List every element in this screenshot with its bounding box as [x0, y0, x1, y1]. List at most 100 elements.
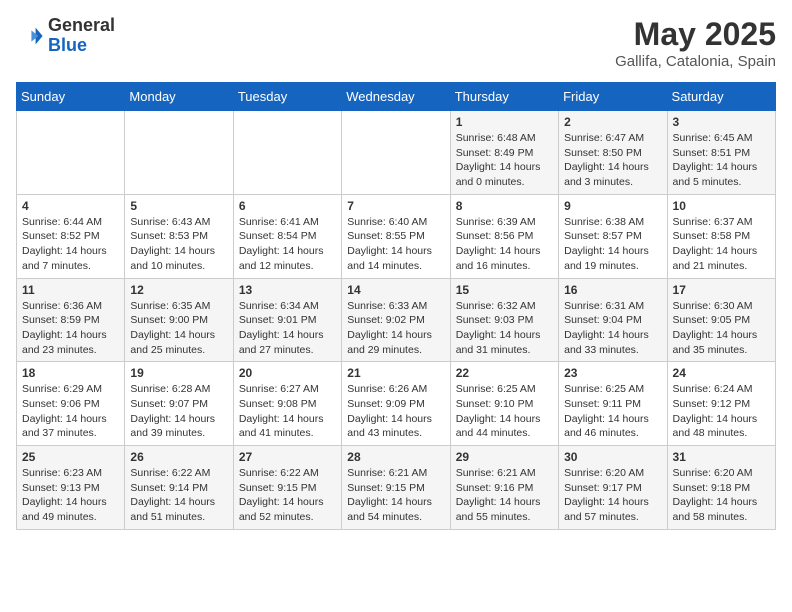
- day-number: 19: [130, 366, 227, 380]
- day-cell: [342, 111, 450, 195]
- day-number: 30: [564, 450, 661, 464]
- day-cell: 16 Sunrise: 6:31 AMSunset: 9:04 PMDayligh…: [559, 278, 667, 362]
- day-cell: 29 Sunrise: 6:21 AMSunset: 9:16 PMDayligh…: [450, 446, 558, 530]
- day-cell: 15 Sunrise: 6:32 AMSunset: 9:03 PMDayligh…: [450, 278, 558, 362]
- calendar-body: 1 Sunrise: 6:48 AMSunset: 8:49 PMDaylight…: [17, 111, 776, 530]
- day-info: Sunrise: 6:41 AMSunset: 8:54 PMDaylight:…: [239, 215, 336, 274]
- day-cell: 23 Sunrise: 6:25 AMSunset: 9:11 PMDayligh…: [559, 362, 667, 446]
- day-info: Sunrise: 6:39 AMSunset: 8:56 PMDaylight:…: [456, 215, 553, 274]
- day-info: Sunrise: 6:25 AMSunset: 9:10 PMDaylight:…: [456, 382, 553, 441]
- day-info: Sunrise: 6:44 AMSunset: 8:52 PMDaylight:…: [22, 215, 119, 274]
- logo-icon: [16, 22, 44, 50]
- weekday-monday: Monday: [125, 83, 233, 111]
- day-info: Sunrise: 6:25 AMSunset: 9:11 PMDaylight:…: [564, 382, 661, 441]
- week-row-5: 25Sunrise: 6:23 AMSunset: 9:13 PMDayligh…: [17, 446, 776, 530]
- day-cell: 17 Sunrise: 6:30 AMSunset: 9:05 PMDayligh…: [667, 278, 775, 362]
- day-number: 11: [22, 283, 119, 297]
- day-number: 12: [130, 283, 227, 297]
- day-cell: 20 Sunrise: 6:27 AMSunset: 9:08 PMDayligh…: [233, 362, 341, 446]
- page-header: General Blue May 2025 Gallifa, Catalonia…: [16, 16, 776, 70]
- day-cell: 30 Sunrise: 6:20 AMSunset: 9:17 PMDayligh…: [559, 446, 667, 530]
- day-info: Sunrise: 6:22 AMSunset: 9:14 PMDaylight:…: [130, 466, 227, 525]
- weekday-header-row: SundayMondayTuesdayWednesdayThursdayFrid…: [17, 83, 776, 111]
- day-number: 14: [347, 283, 444, 297]
- weekday-tuesday: Tuesday: [233, 83, 341, 111]
- day-number: 25: [22, 450, 119, 464]
- day-cell: 18 Sunrise: 6:29 AMSunset: 9:06 PMDayligh…: [17, 362, 125, 446]
- day-info: Sunrise: 6:22 AMSunset: 9:15 PMDaylight:…: [239, 466, 336, 525]
- logo: General Blue: [16, 16, 115, 56]
- day-cell: 13Sunrise: 6:34 AMSunset: 9:01 PMDayligh…: [233, 278, 341, 362]
- day-cell: 3 Sunrise: 6:45 AMSunset: 8:51 PMDaylight…: [667, 111, 775, 195]
- day-cell: 9Sunrise: 6:38 AMSunset: 8:57 PMDaylight…: [559, 194, 667, 278]
- day-cell: 28Sunrise: 6:21 AMSunset: 9:15 PMDayligh…: [342, 446, 450, 530]
- day-info: Sunrise: 6:34 AMSunset: 9:01 PMDaylight:…: [239, 299, 336, 358]
- day-cell: 27 Sunrise: 6:22 AMSunset: 9:15 PMDayligh…: [233, 446, 341, 530]
- weekday-wednesday: Wednesday: [342, 83, 450, 111]
- day-info: Sunrise: 6:33 AMSunset: 9:02 PMDaylight:…: [347, 299, 444, 358]
- day-info: Sunrise: 6:21 AMSunset: 9:15 PMDaylight:…: [347, 466, 444, 525]
- weekday-friday: Friday: [559, 83, 667, 111]
- location-title: Gallifa, Catalonia, Spain: [615, 53, 776, 70]
- day-number: 3: [673, 115, 770, 129]
- day-number: 31: [673, 450, 770, 464]
- day-cell: 19 Sunrise: 6:28 AMSunset: 9:07 PMDayligh…: [125, 362, 233, 446]
- day-cell: 10 Sunrise: 6:37 AMSunset: 8:58 PMDayligh…: [667, 194, 775, 278]
- day-number: 20: [239, 366, 336, 380]
- day-cell: [17, 111, 125, 195]
- day-info: Sunrise: 6:32 AMSunset: 9:03 PMDaylight:…: [456, 299, 553, 358]
- week-row-1: 1 Sunrise: 6:48 AMSunset: 8:49 PMDaylight…: [17, 111, 776, 195]
- day-info: Sunrise: 6:31 AMSunset: 9:04 PMDaylight:…: [564, 299, 661, 358]
- day-info: Sunrise: 6:47 AMSunset: 8:50 PMDaylight:…: [564, 131, 661, 190]
- day-info: Sunrise: 6:36 AMSunset: 8:59 PMDaylight:…: [22, 299, 119, 358]
- day-info: Sunrise: 6:20 AMSunset: 9:17 PMDaylight:…: [564, 466, 661, 525]
- day-number: 6: [239, 199, 336, 213]
- day-info: Sunrise: 6:40 AMSunset: 8:55 PMDaylight:…: [347, 215, 444, 274]
- day-number: 4: [22, 199, 119, 213]
- day-cell: 8Sunrise: 6:39 AMSunset: 8:56 PMDaylight…: [450, 194, 558, 278]
- day-info: Sunrise: 6:43 AMSunset: 8:53 PMDaylight:…: [130, 215, 227, 274]
- day-info: Sunrise: 6:48 AMSunset: 8:49 PMDaylight:…: [456, 131, 553, 190]
- day-number: 26: [130, 450, 227, 464]
- day-number: 23: [564, 366, 661, 380]
- day-number: 22: [456, 366, 553, 380]
- day-cell: 24Sunrise: 6:24 AMSunset: 9:12 PMDayligh…: [667, 362, 775, 446]
- day-cell: 25Sunrise: 6:23 AMSunset: 9:13 PMDayligh…: [17, 446, 125, 530]
- day-number: 21: [347, 366, 444, 380]
- day-cell: 4 Sunrise: 6:44 AMSunset: 8:52 PMDaylight…: [17, 194, 125, 278]
- day-number: 27: [239, 450, 336, 464]
- day-cell: 2Sunrise: 6:47 AMSunset: 8:50 PMDaylight…: [559, 111, 667, 195]
- day-cell: 1 Sunrise: 6:48 AMSunset: 8:49 PMDaylight…: [450, 111, 558, 195]
- day-number: 15: [456, 283, 553, 297]
- day-number: 29: [456, 450, 553, 464]
- weekday-saturday: Saturday: [667, 83, 775, 111]
- day-number: 1: [456, 115, 553, 129]
- day-cell: 6 Sunrise: 6:41 AMSunset: 8:54 PMDaylight…: [233, 194, 341, 278]
- week-row-3: 11 Sunrise: 6:36 AMSunset: 8:59 PMDayligh…: [17, 278, 776, 362]
- day-number: 10: [673, 199, 770, 213]
- calendar-header: SundayMondayTuesdayWednesdayThursdayFrid…: [17, 83, 776, 111]
- day-info: Sunrise: 6:27 AMSunset: 9:08 PMDaylight:…: [239, 382, 336, 441]
- logo-text: General Blue: [48, 16, 115, 56]
- day-info: Sunrise: 6:45 AMSunset: 8:51 PMDaylight:…: [673, 131, 770, 190]
- day-cell: 7 Sunrise: 6:40 AMSunset: 8:55 PMDaylight…: [342, 194, 450, 278]
- weekday-thursday: Thursday: [450, 83, 558, 111]
- day-cell: 14 Sunrise: 6:33 AMSunset: 9:02 PMDayligh…: [342, 278, 450, 362]
- day-info: Sunrise: 6:20 AMSunset: 9:18 PMDaylight:…: [673, 466, 770, 525]
- day-info: Sunrise: 6:29 AMSunset: 9:06 PMDaylight:…: [22, 382, 119, 441]
- day-cell: 5 Sunrise: 6:43 AMSunset: 8:53 PMDaylight…: [125, 194, 233, 278]
- day-number: 7: [347, 199, 444, 213]
- day-info: Sunrise: 6:21 AMSunset: 9:16 PMDaylight:…: [456, 466, 553, 525]
- day-info: Sunrise: 6:28 AMSunset: 9:07 PMDaylight:…: [130, 382, 227, 441]
- day-number: 24: [673, 366, 770, 380]
- day-info: Sunrise: 6:26 AMSunset: 9:09 PMDaylight:…: [347, 382, 444, 441]
- day-cell: 12Sunrise: 6:35 AMSunset: 9:00 PMDayligh…: [125, 278, 233, 362]
- logo-general-text: General: [48, 15, 115, 35]
- day-cell: 21 Sunrise: 6:26 AMSunset: 9:09 PMDayligh…: [342, 362, 450, 446]
- day-info: Sunrise: 6:30 AMSunset: 9:05 PMDaylight:…: [673, 299, 770, 358]
- day-number: 16: [564, 283, 661, 297]
- day-number: 17: [673, 283, 770, 297]
- day-number: 18: [22, 366, 119, 380]
- day-number: 5: [130, 199, 227, 213]
- day-info: Sunrise: 6:37 AMSunset: 8:58 PMDaylight:…: [673, 215, 770, 274]
